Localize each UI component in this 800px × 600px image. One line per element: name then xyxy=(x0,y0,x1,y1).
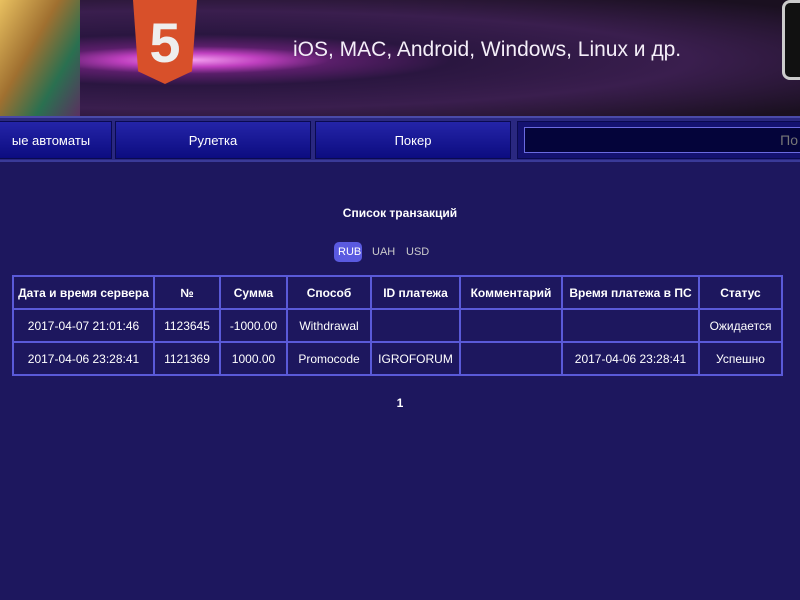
col-server-datetime: Дата и время сервера xyxy=(12,275,155,310)
main-nav: ые автоматы Рулетка Покер xyxy=(0,116,800,162)
cell: 2017-04-06 23:28:41 xyxy=(12,341,155,376)
cell: 1121369 xyxy=(153,341,221,376)
col-comment: Комментарий xyxy=(459,275,563,310)
banner-character-image xyxy=(0,0,80,116)
col-status: Статус xyxy=(698,275,783,310)
cell xyxy=(370,308,461,343)
cell: 2017-04-06 23:28:41 xyxy=(561,341,700,376)
search-box xyxy=(517,121,800,159)
cell: Promocode xyxy=(286,341,372,376)
cell: 1123645 xyxy=(153,308,221,343)
col-method: Способ xyxy=(286,275,372,310)
col-payment-id: ID платежа xyxy=(370,275,461,310)
table-header-row: Дата и время сервера № Сумма Способ ID п… xyxy=(12,275,783,310)
page-title: Список транзакций xyxy=(342,206,458,220)
cell xyxy=(459,308,563,343)
transactions-table: Дата и время сервера № Сумма Способ ID п… xyxy=(12,275,783,376)
cell xyxy=(561,308,700,343)
table-row: 2017-04-07 21:01:46 1123645 -1000.00 Wit… xyxy=(12,308,783,343)
col-number: № xyxy=(153,275,221,310)
nav-label: Покер xyxy=(394,132,432,148)
header-banner: 5 iOS, MAC, Android, Windows, Linux и др… xyxy=(0,0,800,116)
col-amount: Сумма xyxy=(219,275,288,310)
nav-item-roulette[interactable]: Рулетка xyxy=(115,121,311,159)
col-ps-time: Время платежа в ПС xyxy=(561,275,700,310)
search-input[interactable] xyxy=(524,127,800,153)
device-image xyxy=(782,0,800,80)
cell xyxy=(459,341,563,376)
cell: -1000.00 xyxy=(219,308,288,343)
tab-rub[interactable]: RUB xyxy=(334,242,362,262)
cell: 1000.00 xyxy=(219,341,288,376)
table-row: 2017-04-06 23:28:41 1121369 1000.00 Prom… xyxy=(12,341,783,376)
nav-item-slots[interactable]: ые автоматы xyxy=(0,121,112,159)
cell: Успешно xyxy=(698,341,783,376)
cell: Ожидается xyxy=(698,308,783,343)
tab-usd[interactable]: USD xyxy=(402,242,430,262)
cell: IGROFORUM xyxy=(370,341,461,376)
currency-tabs: RUB UAH USD xyxy=(334,242,430,262)
cell: 2017-04-07 21:01:46 xyxy=(12,308,155,343)
html5-logo-icon: 5 xyxy=(133,0,197,84)
cell: Withdrawal xyxy=(286,308,372,343)
nav-label: Рулетка xyxy=(188,132,238,148)
pagination-page-1[interactable]: 1 xyxy=(0,396,800,410)
nav-label: ые автоматы xyxy=(11,132,91,148)
nav-item-poker[interactable]: Покер xyxy=(315,121,511,159)
tab-uah[interactable]: UAH xyxy=(368,242,396,262)
banner-tagline: iOS, MAC, Android, Windows, Linux и др. xyxy=(293,38,682,61)
